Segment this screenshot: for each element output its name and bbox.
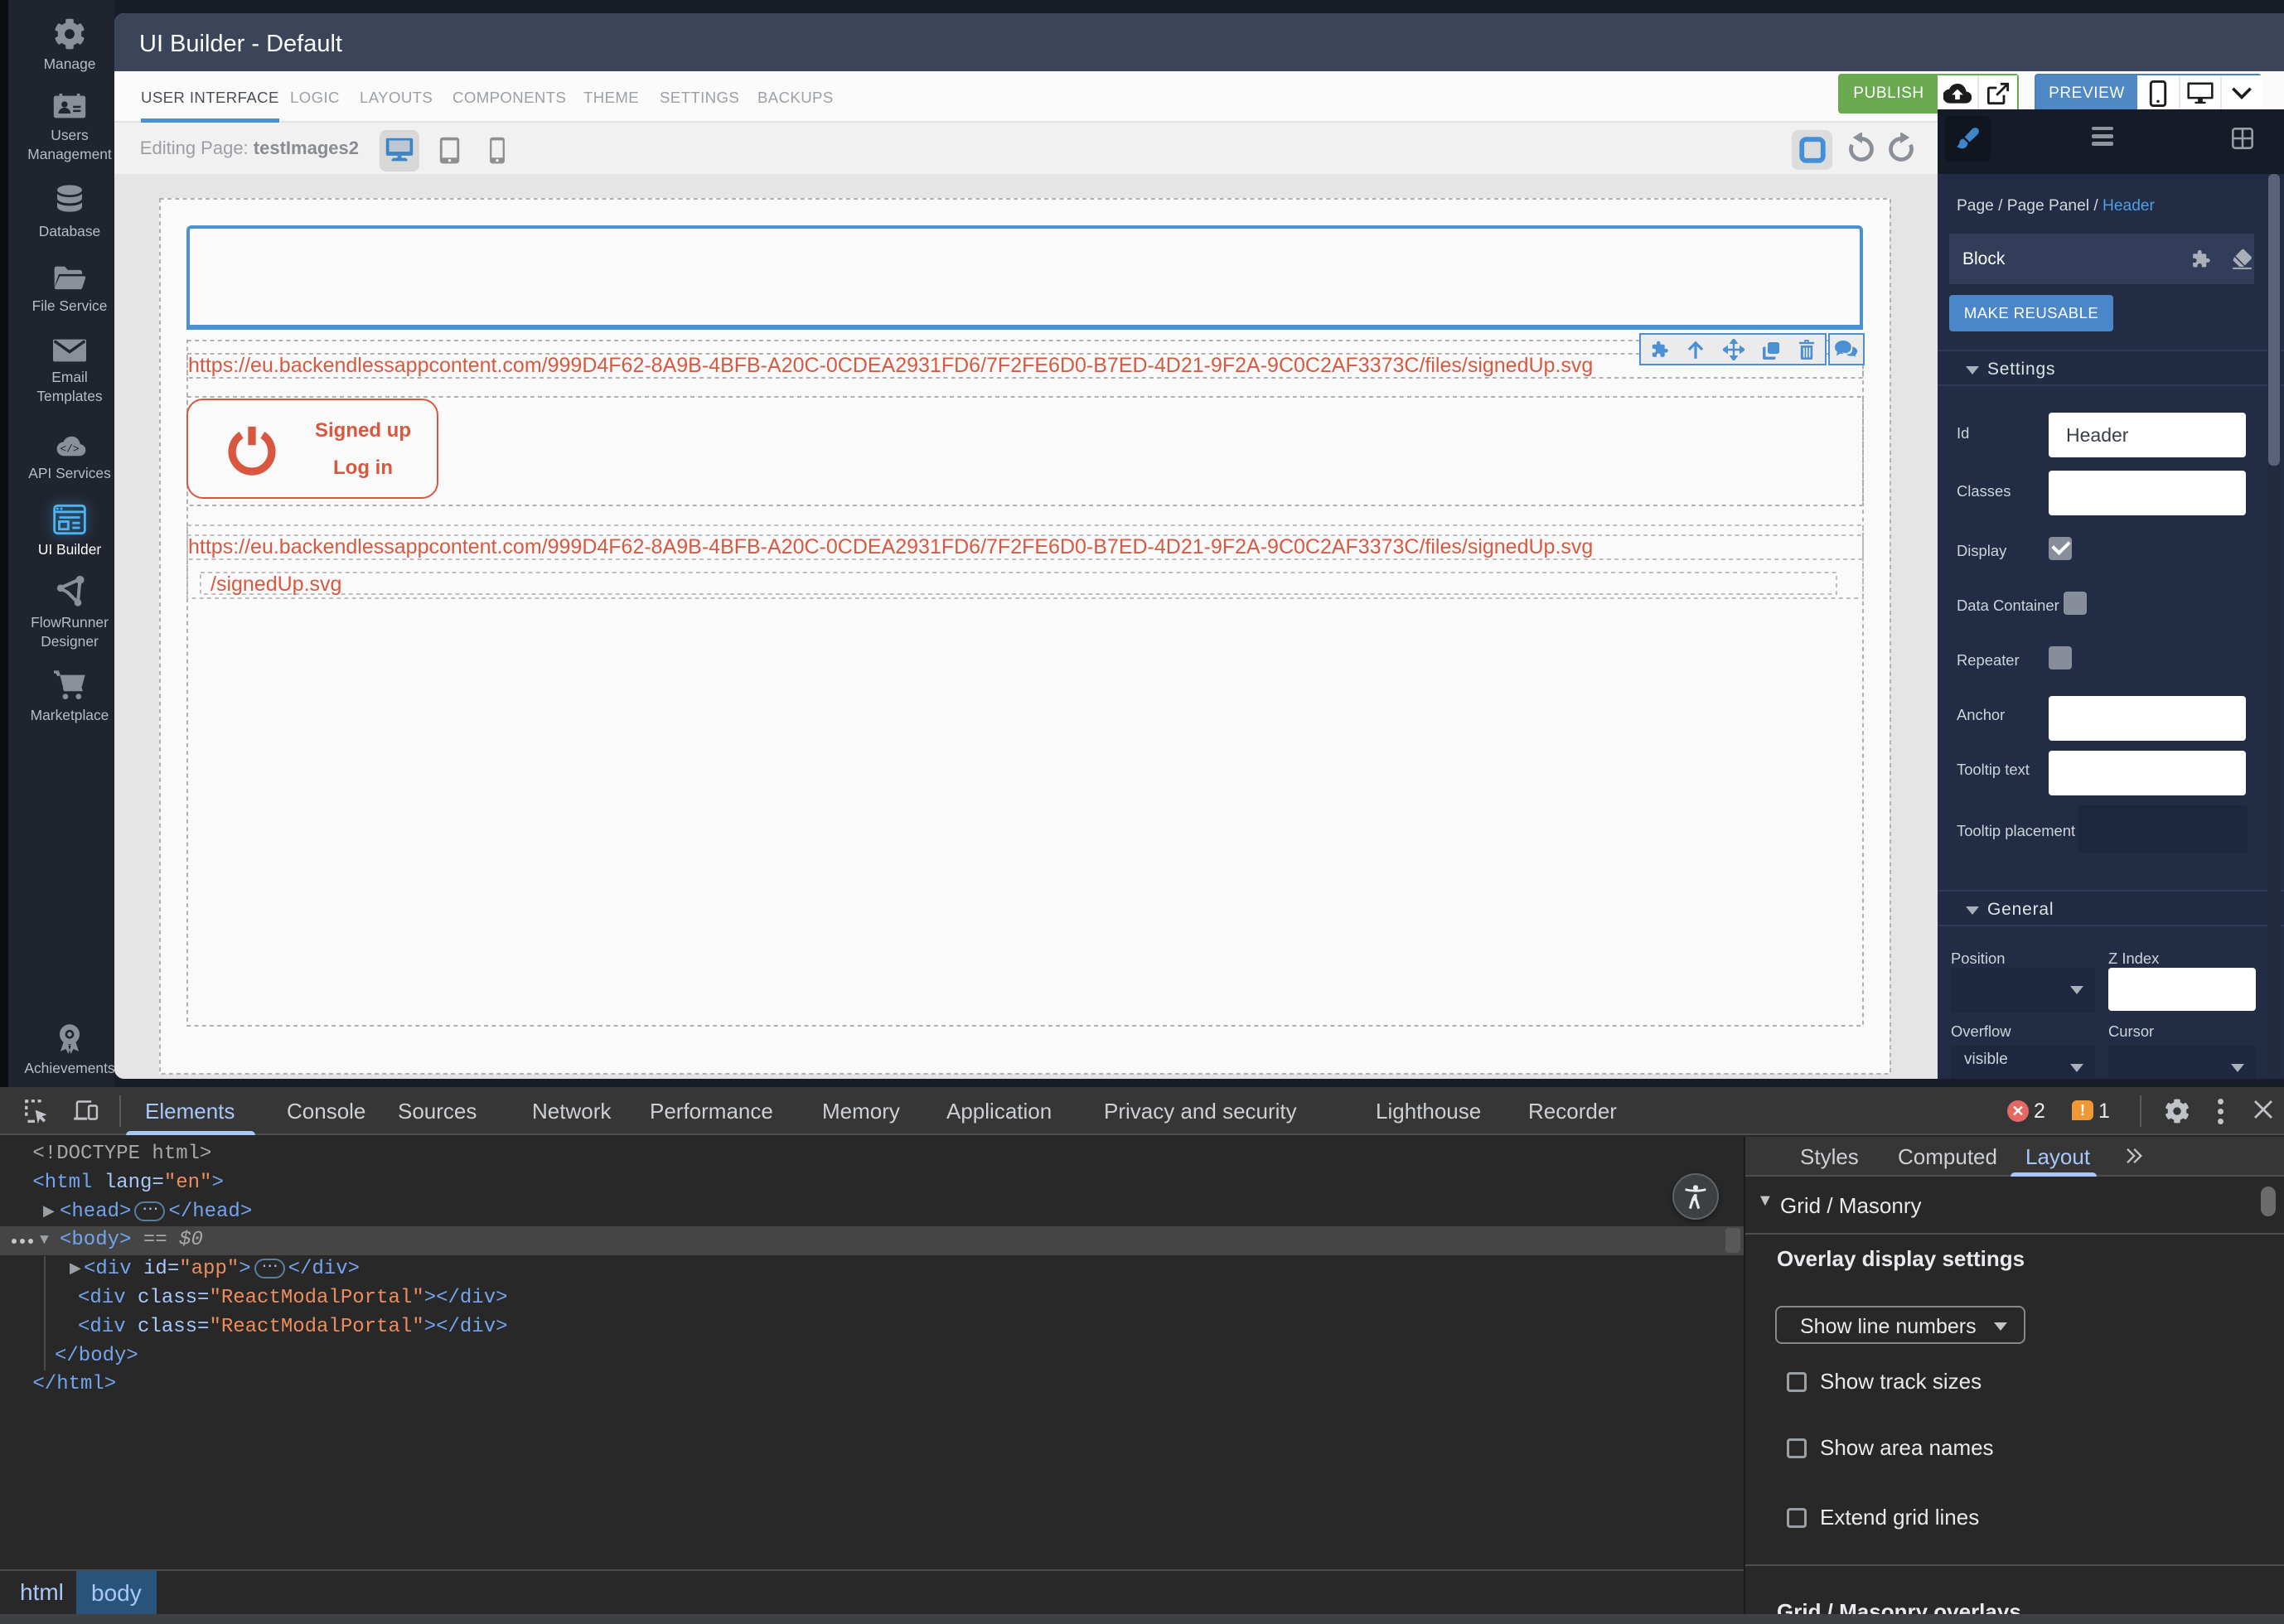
- svg-text:</>: </>: [60, 442, 80, 455]
